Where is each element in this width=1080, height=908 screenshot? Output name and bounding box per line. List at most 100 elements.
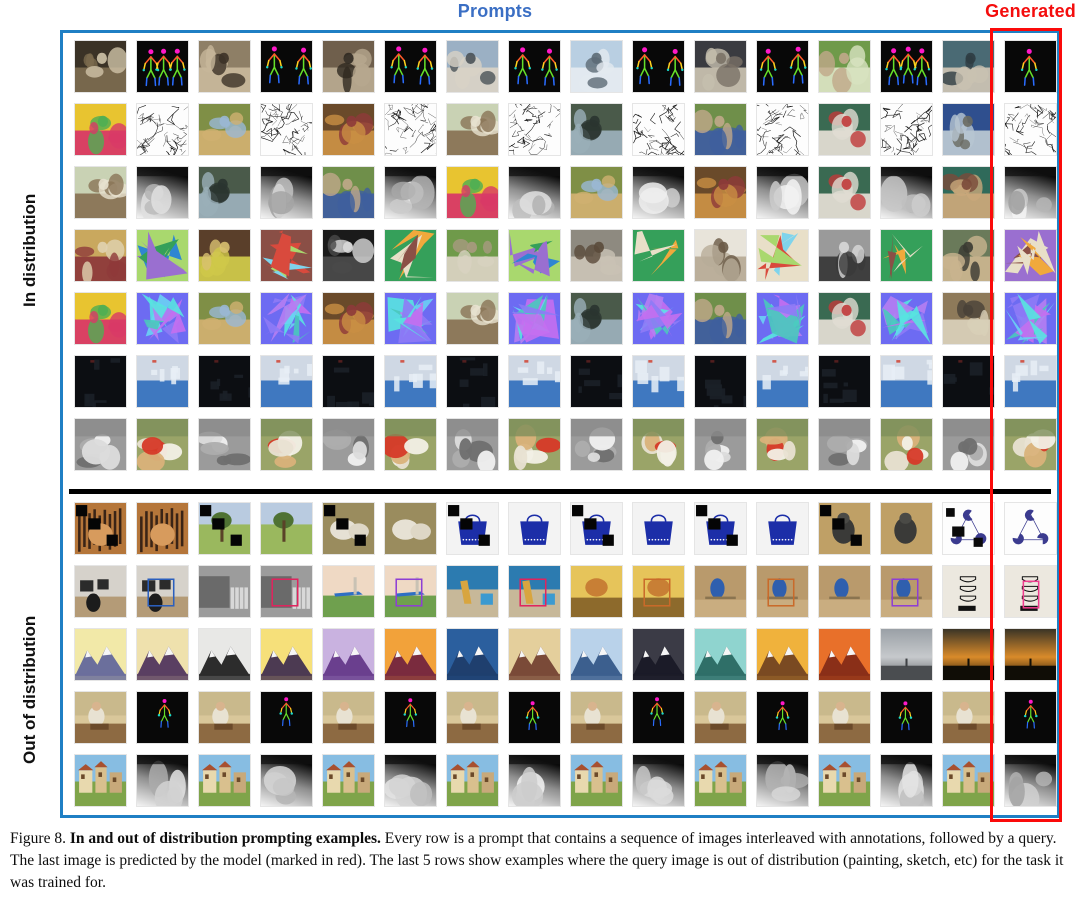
prompt-tile: [632, 628, 685, 681]
prompt-tile: [136, 166, 189, 219]
prompt-tile: [570, 166, 623, 219]
prompt-tile: [446, 166, 499, 219]
prompt-tile: [508, 691, 561, 744]
query-tile: [942, 355, 995, 408]
prompt-tile: [818, 418, 871, 471]
prompt-tile: [756, 754, 809, 807]
prompt-tile: [198, 754, 251, 807]
prompt-tile: [322, 418, 375, 471]
prompts-header: Prompts: [457, 1, 533, 21]
prompt-tile: [570, 355, 623, 408]
prompt-tile: [198, 565, 251, 618]
prompt-tile: [74, 691, 127, 744]
caption-bold-title: In and out of distribution prompting exa…: [69, 830, 381, 847]
prompt-tile: [384, 355, 437, 408]
prompt-tile: [136, 502, 189, 555]
prompt-tile: [694, 40, 747, 93]
prompt-tile: [694, 628, 747, 681]
prompt-tile: [446, 691, 499, 744]
prompt-tile: [74, 754, 127, 807]
prompt-tile: [694, 292, 747, 345]
label-out-of-distribution: Out of distribution: [20, 615, 39, 765]
prompt-tile: [632, 166, 685, 219]
prompt-tile: [136, 418, 189, 471]
prompt-tile: [384, 691, 437, 744]
prompt-tile: [322, 628, 375, 681]
prompt-tile: [756, 166, 809, 219]
prompt-tile: [198, 229, 251, 282]
query-tile: [942, 418, 995, 471]
prompt-tile: [446, 103, 499, 156]
prompt-tile: [818, 40, 871, 93]
prompt-tile: [322, 355, 375, 408]
prompt-tile: [74, 103, 127, 156]
prompt-tile: [756, 628, 809, 681]
prompt-tile: [632, 418, 685, 471]
prompt-tile: [74, 628, 127, 681]
generated-tile: [1004, 502, 1057, 555]
prompt-tile: [322, 166, 375, 219]
grid-section-out-of-distribution: [69, 499, 1057, 814]
prompt-tile: [508, 229, 561, 282]
prompt-tile: [694, 355, 747, 408]
query-tile: [942, 754, 995, 807]
prompt-tile: [136, 229, 189, 282]
prompt-tile: [880, 355, 933, 408]
prompt-tile: [756, 691, 809, 744]
prompt-tile: [384, 565, 437, 618]
prompt-tile: [508, 40, 561, 93]
prompt-tile: [136, 355, 189, 408]
prompt-tile: [384, 40, 437, 93]
prompt-tile: [818, 229, 871, 282]
prompt-tile: [74, 502, 127, 555]
prompt-tile: [260, 355, 313, 408]
prompt-tile: [570, 565, 623, 618]
prompt-tile: [260, 754, 313, 807]
prompt-tile: [880, 103, 933, 156]
prompt-tile: [818, 103, 871, 156]
prompt-tile: [74, 565, 127, 618]
prompt-tile: [694, 502, 747, 555]
prompt-tile: [570, 691, 623, 744]
prompt-tile: [818, 502, 871, 555]
prompt-tile: [508, 565, 561, 618]
prompt-tile: [570, 418, 623, 471]
prompt-tile: [446, 418, 499, 471]
generated-tile: [1004, 166, 1057, 219]
prompt-tile: [446, 628, 499, 681]
figure-caption: Figure 8. In and out of distribution pro…: [10, 828, 1070, 894]
prompt-tile: [880, 229, 933, 282]
section-divider: [69, 489, 1051, 494]
prompt-tile: [694, 418, 747, 471]
prompt-tile: [322, 565, 375, 618]
query-tile: [942, 229, 995, 282]
prompt-tile: [570, 40, 623, 93]
prompt-tile: [694, 103, 747, 156]
generated-tile: [1004, 691, 1057, 744]
generated-tile: [1004, 565, 1057, 618]
prompt-tile: [880, 691, 933, 744]
prompt-tile: [818, 355, 871, 408]
prompt-tile: [260, 628, 313, 681]
grid-row: [69, 751, 1057, 814]
grid-row: [69, 415, 1057, 478]
label-in-distribution: In distribution: [20, 193, 39, 307]
prompt-tile: [632, 103, 685, 156]
prompt-tile: [322, 292, 375, 345]
grid-row: [69, 562, 1057, 625]
prompt-tile: [570, 292, 623, 345]
generated-tile: [1004, 355, 1057, 408]
prompt-tile: [198, 418, 251, 471]
prompt-tile: [818, 565, 871, 618]
prompt-tile: [632, 754, 685, 807]
prompt-tile: [632, 502, 685, 555]
generated-tile: [1004, 292, 1057, 345]
prompt-tile: [880, 418, 933, 471]
prompt-tile: [880, 502, 933, 555]
prompt-tile: [818, 292, 871, 345]
generated-tile: [1004, 229, 1057, 282]
prompt-tile: [384, 754, 437, 807]
prompt-tile: [384, 292, 437, 345]
prompt-tile: [384, 628, 437, 681]
prompt-tile: [198, 691, 251, 744]
